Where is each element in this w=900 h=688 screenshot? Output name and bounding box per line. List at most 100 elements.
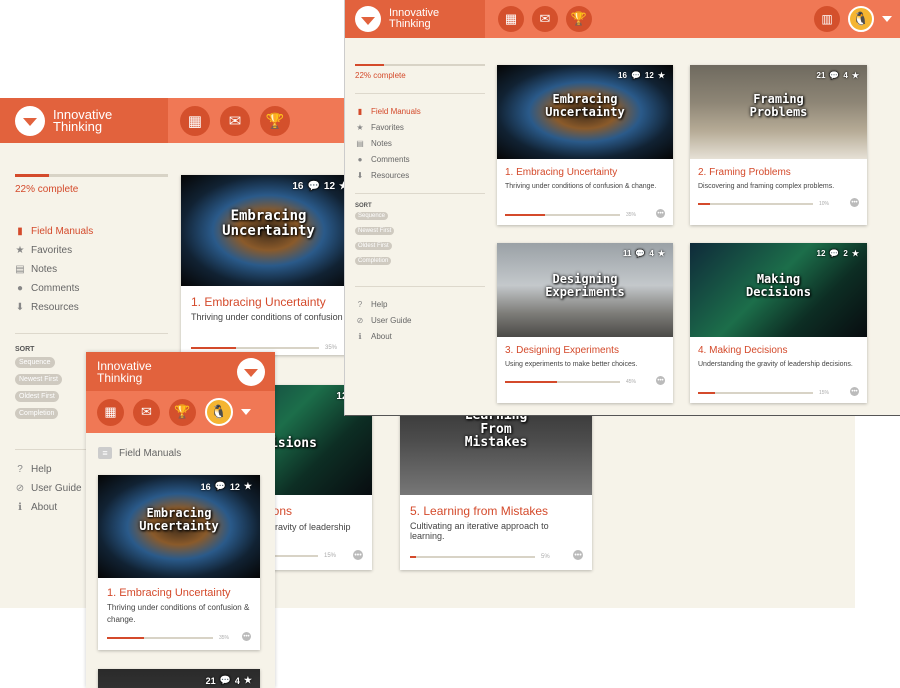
sidebar-item-notes[interactable]: ▤ Notes — [355, 135, 485, 151]
trophy-icon[interactable]: 🏆 — [566, 6, 592, 32]
tablet-brand: Innovative Thinking — [0, 98, 168, 143]
card-progress: 10% — [698, 201, 829, 207]
course-card[interactable]: 16💬12★ Embracing Uncertainty 1. Embracin… — [497, 65, 673, 225]
grid-icon[interactable]: ▦ — [498, 6, 524, 32]
card-image-title: Making Decisions — [745, 272, 812, 299]
mobile-nav: ▦ ✉ 🏆 🐧 — [86, 391, 275, 433]
chevron-down-icon[interactable] — [882, 16, 892, 22]
mobile-section-header: ≡ Field Manuals — [98, 447, 275, 459]
sort-newest-first[interactable]: Newest First — [355, 227, 395, 235]
comment-icon[interactable]: ✉ — [220, 105, 250, 136]
comment-icon[interactable]: ✉ — [532, 6, 558, 32]
progress-bar — [15, 174, 168, 177]
course-card[interactable]: 16💬12★ Embracing Uncertainty 1. Embracin… — [181, 175, 356, 355]
card-progress: 15% — [698, 390, 829, 396]
card-progress: 35% — [505, 212, 636, 218]
sort-sequence[interactable]: Sequence — [355, 212, 389, 220]
card-progress: 35% — [107, 635, 229, 641]
menu-dropdown-button[interactable] — [355, 6, 381, 32]
help-icon: ? — [17, 464, 23, 475]
card-image-title: Embracing Uncertainty — [545, 92, 625, 119]
more-icon[interactable]: ••• — [850, 387, 859, 396]
comment-icon: 💬 — [307, 181, 320, 192]
sidebar-item-help[interactable]: ? Help — [355, 296, 485, 312]
card-title[interactable]: 1. Embracing Uncertainty — [497, 159, 673, 178]
more-icon[interactable]: ••• — [656, 209, 665, 218]
card-title[interactable]: 1. Embracing Uncertainty — [98, 578, 260, 599]
course-card[interactable]: 11 💬 4 ★ Designing Experiments 3. Designing… — [497, 243, 673, 403]
help-icon: ? — [357, 299, 363, 309]
trophy-icon[interactable]: 🏆 — [260, 105, 290, 136]
grid-icon[interactable]: ▦ — [97, 398, 124, 426]
sidebar-item-notes[interactable]: ▤ Notes — [15, 260, 168, 279]
grid-icon[interactable]: ▦ — [180, 105, 210, 136]
comment-icon[interactable]: ✉ — [133, 398, 160, 426]
app-title: Innovative Thinking — [97, 358, 152, 385]
course-card[interactable]: 21 💬 4 ★ — [98, 669, 260, 688]
sidebar-item-comments[interactable]: ● Comments — [355, 151, 485, 167]
chevron-down-icon[interactable] — [241, 409, 251, 415]
card-desc: Using experiments to make better choices… — [505, 361, 638, 368]
sort-newest-first[interactable]: Newest First — [15, 374, 62, 385]
sidebar-item-field-manuals[interactable]: ▮ Field Manuals — [15, 222, 168, 241]
sidebar-item-field-manuals[interactable]: ▮ Field Manuals — [355, 103, 485, 119]
trophy-icon[interactable]: 🏆 — [169, 398, 196, 426]
comment-icon: 💬 — [635, 249, 646, 258]
more-icon[interactable]: ••• — [850, 198, 859, 207]
sort-completion[interactable]: Completion — [15, 408, 59, 419]
sort-completion[interactable]: Completion — [355, 257, 392, 265]
avatar[interactable]: 🐧 — [848, 6, 874, 32]
star-icon: ★ — [851, 249, 859, 258]
sidebar-item-user-guide[interactable]: ⊘ User Guide — [355, 312, 485, 328]
notes-icon: ▤ — [15, 264, 25, 275]
stats-icon[interactable]: ▥ — [814, 6, 840, 32]
guide-icon: ⊘ — [15, 483, 25, 494]
course-card[interactable]: 16💬12★ Embracing Uncertainty 1. Embracin… — [98, 475, 260, 650]
book-icon: ▮ — [17, 226, 23, 237]
sidebar-menu: ▮ Field Manuals ★ Favorites ▤ Notes ● Commen… — [15, 222, 168, 317]
footer-menu: ? Help ⊘ User Guide ℹ About — [355, 296, 485, 344]
sidebar-item-about[interactable]: ℹ About — [355, 328, 485, 344]
card-title[interactable]: 2. Framing Problems — [690, 159, 867, 178]
comment-icon: 💬 — [829, 71, 840, 80]
avatar[interactable]: 🐧 — [205, 398, 233, 426]
app-title: Innovative Thinking — [389, 7, 440, 30]
sidebar-item-favorites[interactable]: ★ Favorites — [15, 241, 168, 260]
menu-icon[interactable]: ≡ — [98, 447, 112, 459]
card-stats: 16💬12★ — [292, 181, 348, 192]
course-card[interactable]: 12 💬 2 ★ Making Decisions 4. Making Decisio… — [690, 243, 867, 403]
menu-dropdown-button[interactable] — [15, 105, 45, 136]
card-title[interactable]: 4. Making Decisions — [690, 337, 867, 356]
card-title[interactable]: 1. Embracing Uncertainty — [181, 286, 356, 309]
comment-icon: ● — [16, 283, 24, 294]
star-icon: ★ — [243, 481, 252, 491]
mobile-brand: Innovative Thinking — [86, 352, 275, 391]
card-title[interactable]: 3. Designing Experiments — [497, 337, 673, 356]
sidebar-item-favorites[interactable]: ★ Favorites — [355, 119, 485, 135]
download-icon: ⬇ — [356, 170, 364, 180]
sidebar-item-comments[interactable]: ● Comments — [15, 279, 168, 298]
card-desc: Discovering and framing complex problems… — [698, 183, 835, 190]
card-image: 12 💬 2 ★ Making Decisions — [690, 243, 867, 337]
sidebar-item-resources[interactable]: ⬇ Resources — [15, 298, 168, 317]
card-stats: 21 💬 4 ★ — [816, 71, 860, 80]
sort-oldest-first[interactable]: Oldest First — [355, 242, 392, 250]
sort-oldest-first[interactable]: Oldest First — [15, 391, 59, 402]
card-title[interactable]: 5. Learning from Mistakes — [400, 495, 592, 518]
sort-sequence[interactable]: Sequence — [15, 357, 55, 368]
more-icon[interactable]: ••• — [242, 632, 251, 641]
more-icon[interactable]: ••• — [353, 550, 363, 560]
star-icon: ★ — [356, 122, 364, 132]
book-icon: ▮ — [357, 106, 363, 116]
menu-dropdown-button[interactable] — [237, 357, 265, 386]
sidebar-divider — [355, 193, 485, 194]
mobile-window: Innovative Thinking ▦ ✉ 🏆 🐧 ≡ Field Manu… — [86, 352, 275, 688]
sidebar-item-resources[interactable]: ⬇ Resources — [355, 167, 485, 183]
progress-label: 22% complete — [15, 184, 79, 195]
more-icon[interactable]: ••• — [573, 550, 583, 560]
comment-icon: 💬 — [219, 675, 231, 685]
more-icon[interactable]: ••• — [656, 376, 665, 385]
card-image-title: Embracing Uncertainty — [139, 506, 219, 533]
course-card[interactable]: 21 💬 4 ★ Framing Problems 2. Framing Proble… — [690, 65, 867, 225]
notes-icon: ▤ — [356, 138, 364, 148]
